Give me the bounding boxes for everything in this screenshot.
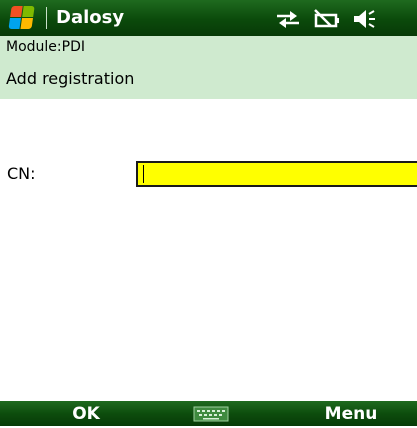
softkey-bar: OK Menu <box>0 401 417 426</box>
volume-icon[interactable] <box>352 8 378 30</box>
header-band: Module:PDI Add registration <box>0 36 417 99</box>
windows-start-icon[interactable] <box>8 6 35 30</box>
connectivity-icon[interactable] <box>275 8 301 30</box>
title-divider <box>46 7 47 29</box>
cn-input[interactable] <box>136 161 417 187</box>
app-title: Dalosy <box>56 7 125 28</box>
text-caret <box>143 165 144 183</box>
page-title: Add registration <box>6 69 135 88</box>
menu-button[interactable]: Menu <box>296 401 406 426</box>
title-bar: Dalosy <box>0 0 417 36</box>
module-label: Module:PDI <box>6 39 85 55</box>
ok-button[interactable]: OK <box>40 401 132 426</box>
keyboard-icon[interactable] <box>193 406 229 422</box>
cn-label: CN: <box>7 164 36 183</box>
battery-icon[interactable] <box>313 8 341 30</box>
